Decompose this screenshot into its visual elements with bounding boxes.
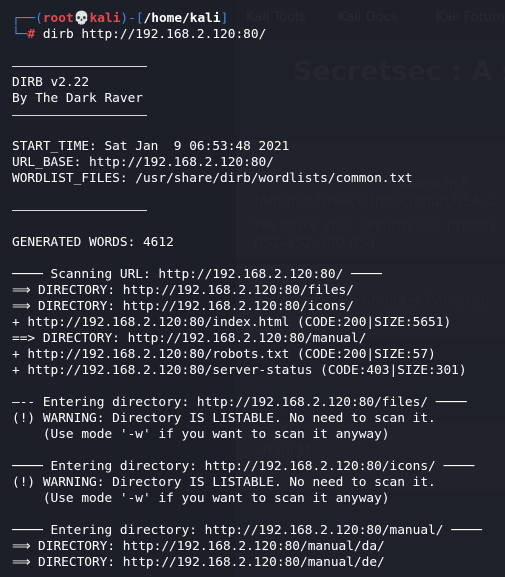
manual-directory: ⟹ DIRECTORY: http://192.168.2.120:80/man… (12, 555, 385, 570)
generated-words: GENERATED WORDS: 4612 (12, 235, 174, 250)
prompt-line: ┌──(root💀kali)-[/home/kali] (12, 11, 228, 27)
dirb-version: DIRB v2.22 (12, 75, 90, 90)
scan-line: ──── Scanning URL: http://192.168.2.120:… (12, 267, 382, 282)
prompt-path: /home/kali (143, 11, 221, 26)
scan-line: ⟹ DIRECTORY: http://192.168.2.120:80/fil… (12, 283, 354, 298)
prompt-hash: # (27, 27, 43, 42)
prompt-user: root💀kali (42, 11, 121, 26)
divider (12, 210, 147, 211)
manual-directory: ⟹ DIRECTORY: http://192.168.2.120:80/man… (12, 539, 385, 554)
icons-warning: (!) WARNING: Directory IS LISTABLE. No n… (12, 475, 436, 490)
command-line[interactable]: └─# dirb http://192.168.2.120:80/ (12, 27, 266, 43)
files-hint: (Use mode '-w' if you want to scan it an… (12, 427, 390, 442)
scan-line: ==> DIRECTORY: http://192.168.2.120:80/m… (12, 331, 367, 346)
terminal-window[interactable]: ┌──(root💀kali)-[/home/kali] └─# dirb htt… (0, 0, 505, 577)
prompt-box-close: ] (220, 11, 229, 26)
url-base: URL_BASE: http://192.168.2.120:80/ (12, 155, 274, 170)
prompt-corner: └─ (12, 27, 28, 42)
dirb-author: By The Dark Raver (12, 91, 143, 106)
divider (12, 66, 147, 67)
files-entering: —-- Entering directory: http://192.168.2… (12, 395, 467, 410)
icons-hint: (Use mode '-w' if you want to scan it an… (12, 491, 390, 506)
manual-entering: ──── Entering directory: http://192.168.… (12, 523, 482, 538)
prompt-box-open: ┌──( (12, 11, 43, 26)
scan-line: + http://192.168.2.120:80/robots.txt (CO… (12, 347, 436, 362)
wordlist-files: WORDLIST_FILES: /usr/share/dirb/wordlist… (12, 171, 413, 186)
scan-line: + http://192.168.2.120:80/index.html (CO… (12, 315, 452, 330)
prompt-box-mid: )-[ (120, 11, 144, 26)
scan-line: + http://192.168.2.120:80/server-status … (12, 363, 467, 378)
icons-entering: ──── Entering directory: http://192.168.… (12, 459, 475, 474)
files-warning: (!) WARNING: Directory IS LISTABLE. No n… (12, 411, 436, 426)
divider (12, 115, 147, 116)
scan-line: ⟹ DIRECTORY: http://192.168.2.120:80/ico… (12, 299, 354, 314)
command-text: dirb http://192.168.2.120:80/ (42, 27, 267, 42)
start-time: START_TIME: Sat Jan 9 06:53:48 2021 (12, 139, 290, 154)
